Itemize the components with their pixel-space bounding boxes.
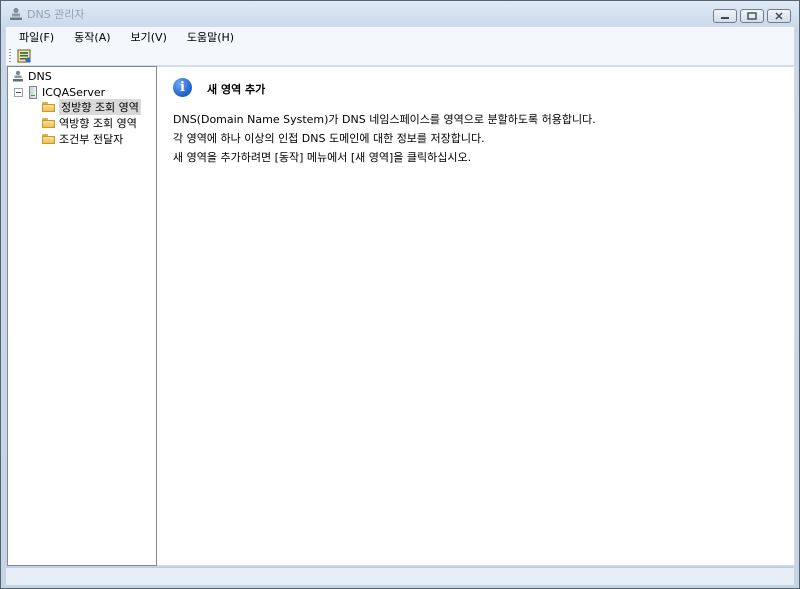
menu-action[interactable]: 동작(A) <box>61 29 117 45</box>
restore-icon <box>747 10 757 23</box>
tree-node-forward-lookup-zones[interactable]: 정방향 조회 영역 <box>42 99 141 115</box>
tree-label-reverse-lookup-zones: 역방향 조회 영역 <box>59 117 137 130</box>
title-bar[interactable]: DNS 관리자 <box>1 1 799 27</box>
folder-icon <box>42 118 55 128</box>
collapse-icon[interactable] <box>14 87 23 97</box>
panel-heading: 새 영역 추가 <box>207 83 266 96</box>
tree-label-server: ICQAServer <box>42 85 106 99</box>
restore-button[interactable] <box>740 9 764 23</box>
tree-label-forward-lookup-zones: 정방향 조회 영역 <box>59 99 141 115</box>
tree-node-reverse-lookup-zones[interactable]: 역방향 조회 영역 <box>42 115 137 131</box>
tree-node-conditional-forwarders[interactable]: 조건부 전달자 <box>42 131 123 147</box>
info-icon: i <box>173 78 192 97</box>
menu-help[interactable]: 도움말(H) <box>174 29 241 45</box>
menu-view[interactable]: 보기(V) <box>118 29 174 45</box>
tree-label-conditional-forwarders: 조건부 전달자 <box>59 133 124 146</box>
toolbar-grip[interactable] <box>9 49 11 62</box>
toolbar <box>6 46 794 66</box>
tree-node-dns[interactable]: DNS <box>12 68 52 84</box>
dns-icon <box>12 70 24 82</box>
description-line-3: 새 영역을 추가하려면 [동작] 메뉴에서 [새 영역]을 클릭하십시오. <box>173 151 472 164</box>
tree-label-dns: DNS <box>28 69 52 83</box>
server-icon <box>29 85 37 99</box>
close-button[interactable] <box>767 9 791 23</box>
folder-icon <box>42 134 55 144</box>
tree-node-server[interactable]: ICQAServer <box>14 84 105 100</box>
folder-icon <box>42 102 55 112</box>
minimize-button[interactable] <box>713 9 737 23</box>
close-icon <box>774 10 784 23</box>
status-bar <box>6 567 794 585</box>
toolbar-properties-button[interactable] <box>16 48 32 64</box>
properties-icon <box>16 49 32 67</box>
dns-manager-window: DNS 관리자 파일(F) 동작(A) 보기(V) 도움말(H) DNS ICQ… <box>0 0 800 589</box>
details-pane: i 새 영역 추가 DNS(Domain Name System)가 DNS 네… <box>157 66 795 566</box>
dns-app-icon <box>9 7 23 21</box>
minimize-icon <box>720 10 730 23</box>
description-line-2: 각 영역에 하나 이상의 인접 DNS 도메인에 대한 정보를 저장합니다. <box>173 132 485 145</box>
menu-bar: 파일(F) 동작(A) 보기(V) 도움말(H) <box>6 27 794 46</box>
description-line-1: DNS(Domain Name System)가 DNS 네임스페이스를 영역으… <box>173 113 596 126</box>
window-title: DNS 관리자 <box>27 8 85 21</box>
console-tree-pane[interactable]: DNS ICQAServer 정방향 조회 영역 역방향 조회 영역 조건부 전… <box>7 66 157 566</box>
menu-file[interactable]: 파일(F) <box>6 29 61 45</box>
